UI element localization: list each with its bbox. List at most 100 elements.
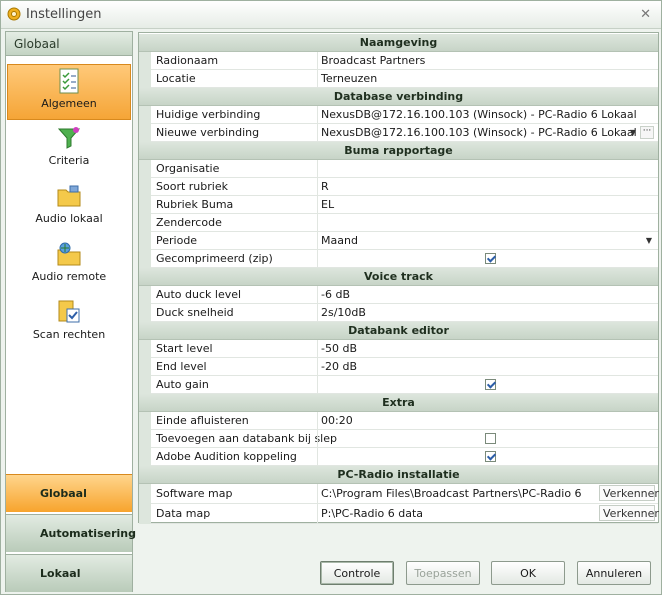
tab-label: Automatisering <box>40 527 136 540</box>
gecomprimeerd-checkbox[interactable] <box>485 253 496 264</box>
property-name: Huidige verbinding <box>156 108 261 121</box>
section-header[interactable]: Database verbinding <box>139 88 658 106</box>
property-value[interactable]: 2s/10dB <box>321 306 366 319</box>
row-gutter <box>139 106 151 124</box>
section-header[interactable]: PC-Radio installatie <box>139 466 658 484</box>
section-header[interactable]: Voice track <box>139 268 658 286</box>
property-name: Duck snelheid <box>156 306 234 319</box>
row-divider <box>317 106 318 124</box>
property-value[interactable]: R <box>321 180 329 193</box>
row-gutter <box>139 250 151 268</box>
scan-check-icon <box>58 300 80 323</box>
property-row[interactable]: Toevoegen aan databank bij slep <box>139 430 658 448</box>
checklist-icon <box>59 68 79 94</box>
row-gutter <box>139 214 151 232</box>
ellipsis-icon[interactable]: ··· <box>640 126 654 139</box>
row-gutter <box>139 178 151 196</box>
sidebar-item-criteria[interactable]: Criteria <box>7 122 131 178</box>
section-header[interactable]: Naamgeving <box>139 34 658 52</box>
row-gutter <box>139 448 151 466</box>
row-gutter <box>139 70 151 88</box>
tab-globaal[interactable]: Globaal <box>6 474 132 512</box>
property-row[interactable]: Duck snelheid 2s/10dB <box>139 304 658 322</box>
toepassen-button[interactable]: Toepassen <box>406 561 480 585</box>
property-value[interactable]: Maand <box>321 234 358 247</box>
property-row[interactable]: Software map C:\Program Files\Broadcast … <box>139 484 659 504</box>
data-map-browse-button[interactable]: Verkenner <box>599 505 659 521</box>
sidebar-item-audio-remote[interactable]: Audio remote <box>7 238 131 294</box>
property-row[interactable]: Gecomprimeerd (zip) <box>139 250 658 268</box>
property-value[interactable]: C:\Program Files\Broadcast Partners\PC-R… <box>321 487 582 500</box>
row-gutter <box>139 412 151 430</box>
sidebar-header: Globaal <box>6 32 132 56</box>
property-value[interactable]: NexusDB@172.16.100.103 (Winsock) - PC-Ra… <box>321 126 637 139</box>
property-value[interactable]: NexusDB@172.16.100.103 (Winsock) - PC-Ra… <box>321 108 637 121</box>
sidebar-item-algemeen[interactable]: Algemeen <box>7 64 131 120</box>
property-name: Toevoegen aan databank bij slep <box>156 432 337 445</box>
property-name: Einde afluisteren <box>156 414 249 427</box>
controle-button[interactable]: Controle <box>320 561 394 585</box>
property-row[interactable]: Data map P:\PC-Radio 6 data Verkenner <box>139 504 659 524</box>
property-value[interactable]: -6 dB <box>321 288 350 301</box>
property-value[interactable]: Broadcast Partners <box>321 54 425 67</box>
property-row[interactable]: Nieuwe verbinding NexusDB@172.16.100.103… <box>139 124 658 142</box>
row-gutter <box>139 286 151 304</box>
property-row[interactable]: Huidige verbinding NexusDB@172.16.100.10… <box>139 106 658 124</box>
auto-gain-checkbox[interactable] <box>485 379 496 390</box>
row-divider <box>317 412 318 430</box>
property-value[interactable]: EL <box>321 198 334 211</box>
property-row[interactable]: Locatie Terneuzen <box>139 70 658 88</box>
sidebar-item-label: Algemeen <box>41 97 97 110</box>
tab-label: Globaal <box>40 487 87 500</box>
property-row[interactable]: Periode Maand ▼ <box>139 232 658 250</box>
close-icon[interactable]: ✕ <box>640 7 651 22</box>
row-gutter <box>139 376 151 394</box>
row-gutter <box>139 504 151 524</box>
property-name: Radionaam <box>156 54 219 67</box>
property-name: Start level <box>156 342 213 355</box>
property-value[interactable]: 00:20 <box>321 414 353 427</box>
chevron-down-icon[interactable]: ▼ <box>643 235 655 247</box>
property-name: Gecomprimeerd (zip) <box>156 252 273 265</box>
tab-lokaal[interactable]: Lokaal <box>6 554 132 592</box>
property-name: End level <box>156 360 207 373</box>
tab-automatisering[interactable]: Automatisering <box>6 514 136 552</box>
property-value[interactable]: P:\PC-Radio 6 data <box>321 507 423 520</box>
property-row[interactable]: Adobe Audition koppeling <box>139 448 658 466</box>
property-grid: Naamgeving Radionaam Broadcast Partners … <box>138 32 659 524</box>
property-row[interactable]: Auto duck level -6 dB <box>139 286 658 304</box>
section-header[interactable]: Extra <box>139 394 658 412</box>
row-gutter <box>139 358 151 376</box>
property-row[interactable]: Soort rubriek R <box>139 178 658 196</box>
sidebar: Globaal Algemeen Criteria Audio lokaal A… <box>5 31 136 592</box>
row-divider <box>317 430 318 448</box>
sidebar-item-audio-lokaal[interactable]: Audio lokaal <box>7 180 131 236</box>
property-row[interactable]: Organisatie <box>139 160 658 178</box>
chevron-down-icon[interactable]: ▼ <box>627 127 639 139</box>
sidebar-item-scan-rechten[interactable]: Scan rechten <box>7 296 131 352</box>
section-header[interactable]: Databank editor <box>139 322 658 340</box>
title-bar[interactable]: Instellingen ✕ <box>1 1 661 29</box>
row-divider <box>317 484 318 504</box>
property-row[interactable]: Einde afluisteren 00:20 <box>139 412 658 430</box>
ok-button[interactable]: OK <box>491 561 565 585</box>
property-row[interactable]: Zendercode <box>139 214 658 232</box>
row-divider <box>317 160 318 178</box>
row-divider <box>317 376 318 394</box>
section-header[interactable]: Buma rapportage <box>139 142 658 160</box>
adobe-audition-checkbox[interactable] <box>485 451 496 462</box>
property-row[interactable]: Rubriek Buma EL <box>139 196 658 214</box>
property-row[interactable]: Radionaam Broadcast Partners <box>139 52 658 70</box>
annuleren-button[interactable]: Annuleren <box>577 561 651 585</box>
software-map-browse-button[interactable]: Verkenner <box>599 485 659 501</box>
property-name: Rubriek Buma <box>156 198 234 211</box>
property-value[interactable]: -50 dB <box>321 342 357 355</box>
property-row[interactable]: Start level -50 dB <box>139 340 658 358</box>
row-divider <box>317 70 318 88</box>
toevoegen-databank-checkbox[interactable] <box>485 433 496 444</box>
property-value[interactable]: -20 dB <box>321 360 357 373</box>
property-row[interactable]: Auto gain <box>139 376 658 394</box>
property-row[interactable]: End level -20 dB <box>139 358 658 376</box>
sidebar-item-label: Criteria <box>48 154 90 167</box>
property-value[interactable]: Terneuzen <box>321 72 377 85</box>
